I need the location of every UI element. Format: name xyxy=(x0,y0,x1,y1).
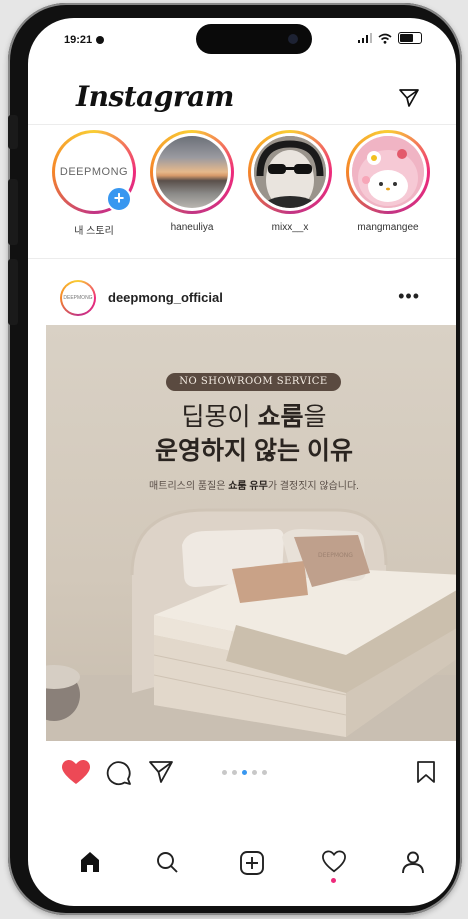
search-icon[interactable] xyxy=(155,850,179,874)
mute-switch xyxy=(8,115,18,149)
add-story-icon[interactable]: + xyxy=(106,186,132,212)
post-header: DEEPMONG deepmong_official ••• xyxy=(28,280,456,316)
post-actions xyxy=(28,756,456,792)
volume-down-button xyxy=(8,259,18,325)
stories-divider xyxy=(28,258,456,259)
carousel-indicator xyxy=(222,770,267,775)
add-post-icon[interactable] xyxy=(239,850,265,876)
more-options-icon[interactable]: ••• xyxy=(398,286,420,307)
story-ring xyxy=(248,130,332,214)
carousel-dot xyxy=(242,770,247,775)
sunglasses-avatar xyxy=(254,136,326,208)
battery-icon xyxy=(398,32,422,44)
my-avatar-logo-text: DEEPMONG xyxy=(59,166,129,178)
dynamic-island xyxy=(196,24,312,54)
post-username[interactable]: deepmong_official xyxy=(108,290,223,305)
status-time: 19:21 xyxy=(64,34,105,46)
share-icon[interactable] xyxy=(148,760,174,784)
bottom-navigation xyxy=(28,838,456,888)
activity-notification-dot xyxy=(331,878,336,883)
bed-illustration: DEEPMONG xyxy=(46,508,456,741)
activity-heart-icon[interactable] xyxy=(321,850,347,874)
carousel-dot xyxy=(222,770,227,775)
comment-icon[interactable] xyxy=(106,760,132,786)
carousel-dot xyxy=(232,770,237,775)
story-label: mangmangee xyxy=(357,222,419,233)
header-divider xyxy=(28,124,456,125)
wifi-icon xyxy=(378,33,392,44)
camera-icon xyxy=(288,34,298,44)
sunset-avatar xyxy=(156,136,228,208)
status-icons xyxy=(358,32,422,44)
stories-tray: DEEPMONG + 내 스토리 haneuliya mixx__x mangm… xyxy=(28,130,456,240)
signal-icon xyxy=(358,33,372,43)
story-item-my-story[interactable]: DEEPMONG + 내 스토리 xyxy=(48,130,140,237)
story-label: mixx__x xyxy=(271,222,309,233)
pillow-brand-text: DEEPMONG xyxy=(318,552,353,559)
app-header: Instagram xyxy=(28,78,456,118)
time-text: 19:21 xyxy=(64,34,93,46)
story-item-haneuliya[interactable]: haneuliya xyxy=(146,130,238,233)
profile-icon[interactable] xyxy=(401,850,425,874)
screen: 19:21 Instagram DEEPMONG + 내 스토리 haneuli… xyxy=(28,18,456,906)
story-label: 내 스토리 xyxy=(74,226,114,237)
post-image[interactable]: NO SHOWROOM SERVICE 딥몽이 쇼룸을 운영하지 않는 이유 매… xyxy=(46,325,456,741)
story-item-mangmangee[interactable]: mangmangee xyxy=(342,130,434,233)
save-bookmark-icon[interactable] xyxy=(416,760,436,784)
story-ring xyxy=(346,130,430,214)
instagram-logo: Instagram xyxy=(76,80,234,113)
story-ring xyxy=(150,130,234,214)
post-avatar[interactable]: DEEPMONG xyxy=(60,280,96,316)
carousel-dot xyxy=(252,770,257,775)
carousel-dot xyxy=(262,770,267,775)
post-avatar-logo: DEEPMONG xyxy=(62,282,94,314)
story-label: haneuliya xyxy=(170,222,214,233)
character-avatar xyxy=(352,136,424,208)
phone-frame: 19:21 Instagram DEEPMONG + 내 스토리 haneuli… xyxy=(8,3,462,915)
status-dot-icon xyxy=(96,36,105,45)
home-icon[interactable] xyxy=(78,850,102,874)
like-heart-icon[interactable] xyxy=(62,760,90,786)
story-ring: DEEPMONG + xyxy=(52,130,136,214)
volume-up-button xyxy=(8,179,18,245)
story-item-mixx[interactable]: mixx__x xyxy=(244,130,336,233)
direct-message-icon[interactable] xyxy=(398,88,420,108)
